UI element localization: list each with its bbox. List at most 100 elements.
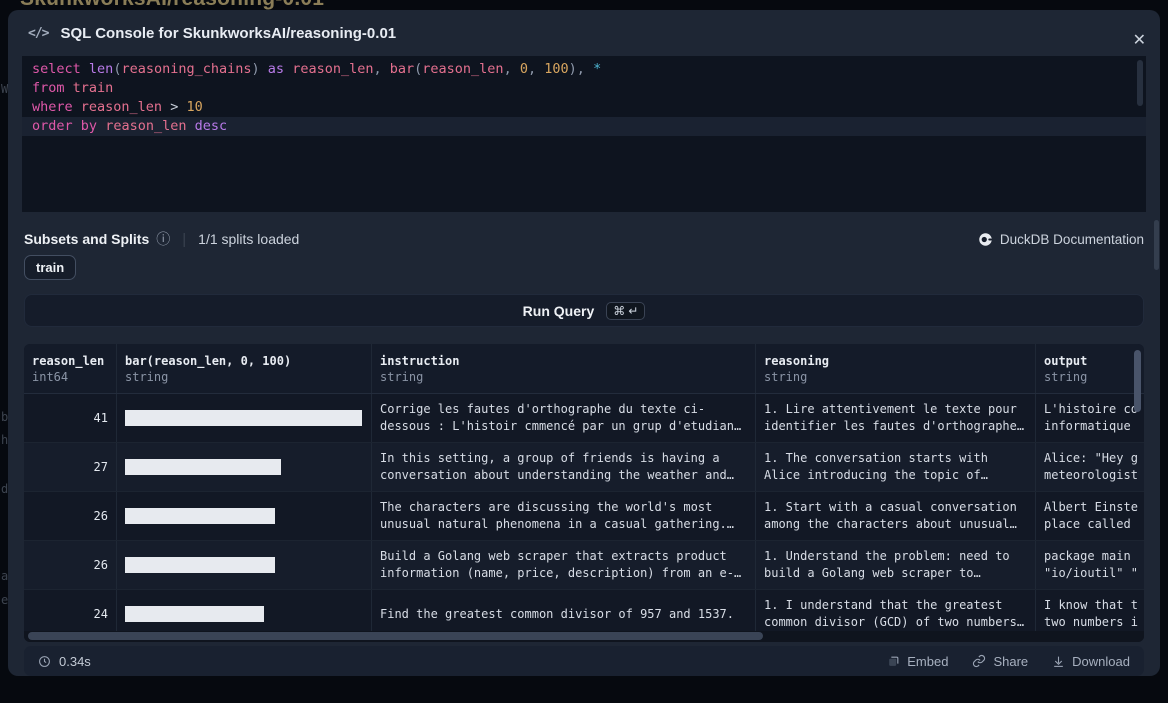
cell-instruction: In this setting, a group of friends is h… bbox=[371, 443, 755, 491]
column-header-bar-reason-len-0-100[interactable]: bar(reason_len, 0, 100)string bbox=[116, 344, 371, 393]
cell-reason-len: 41 bbox=[24, 394, 116, 442]
cell-output: package main "io/ioutil" " bbox=[1035, 541, 1144, 589]
sql-console-modal: </> SQL Console for SkunkworksAI/reasoni… bbox=[8, 10, 1160, 676]
cell-reason-len: 27 bbox=[24, 443, 116, 491]
table-vertical-scrollbar[interactable] bbox=[1134, 350, 1141, 412]
close-icon[interactable]: ✕ bbox=[1133, 32, 1146, 48]
cell-output: Albert Einste place called bbox=[1035, 492, 1144, 540]
column-type: int64 bbox=[32, 369, 108, 385]
code-line[interactable]: from train bbox=[22, 79, 1146, 98]
cell-reasoning: 1. Understand the problem: need to build… bbox=[755, 541, 1035, 589]
instruction-text: Find the greatest common divisor of 957 … bbox=[380, 606, 734, 623]
reasoning-text: 1. Understand the problem: need to build… bbox=[764, 548, 1010, 582]
download-label: Download bbox=[1072, 654, 1130, 669]
duckdb-logo-icon bbox=[978, 232, 993, 247]
column-header-reasoning[interactable]: reasoningstring bbox=[755, 344, 1035, 393]
column-name: bar(reason_len, 0, 100) bbox=[125, 353, 363, 369]
modal-footer: 0.34s Embed Share Download bbox=[24, 646, 1144, 676]
cell-bar bbox=[116, 443, 371, 491]
cell-bar bbox=[116, 394, 371, 442]
output-text: Albert Einste place called bbox=[1044, 499, 1138, 533]
cell-bar bbox=[116, 492, 371, 540]
code-line[interactable]: select len(reasoning_chains) as reason_l… bbox=[22, 60, 1146, 79]
duckdb-docs-label: DuckDB Documentation bbox=[1000, 232, 1144, 247]
bar-glyph bbox=[125, 606, 264, 622]
code-line[interactable]: order by reason_len desc bbox=[22, 117, 1146, 136]
table-body: 41 Corrige les fautes d'orthographe du te… bbox=[24, 394, 1144, 639]
share-label: Share bbox=[993, 654, 1028, 669]
divider: | bbox=[182, 231, 186, 248]
reasoning-text: 1. I understand that the greatest common… bbox=[764, 597, 1024, 631]
output-text: package main "io/ioutil" " bbox=[1044, 548, 1138, 582]
table-row[interactable]: 41 Corrige les fautes d'orthographe du te… bbox=[24, 394, 1144, 443]
query-duration-value: 0.34s bbox=[59, 654, 91, 669]
editor-scrollbar[interactable] bbox=[1137, 60, 1143, 106]
share-button[interactable]: Share bbox=[972, 654, 1028, 669]
sql-editor[interactable]: select len(reasoning_chains) as reason_l… bbox=[22, 56, 1146, 212]
keyboard-shortcut-badge: ⌘↵ bbox=[606, 302, 645, 320]
column-header-output[interactable]: outputstring bbox=[1035, 344, 1144, 393]
bar-glyph bbox=[125, 557, 275, 573]
table-horizontal-scrollbar-thumb[interactable] bbox=[28, 632, 763, 640]
column-type: string bbox=[380, 369, 747, 385]
instruction-text: Corrige les fautes d'orthographe du text… bbox=[380, 401, 741, 435]
cell-instruction: The characters are discussing the world'… bbox=[371, 492, 755, 540]
output-text: I know that t two numbers i bbox=[1044, 597, 1138, 631]
column-type: string bbox=[125, 369, 363, 385]
return-key-icon: ↵ bbox=[628, 304, 638, 318]
code-line[interactable]: where reason_len > 10 bbox=[22, 98, 1146, 117]
bar-glyph bbox=[125, 459, 281, 475]
reasoning-text: 1. Start with a casual conversation amon… bbox=[764, 499, 1017, 533]
cell-instruction: Corrige les fautes d'orthographe du text… bbox=[371, 394, 755, 442]
table-row[interactable]: 27 In this setting, a group of friends is… bbox=[24, 443, 1144, 492]
table-horizontal-scrollbar-track[interactable] bbox=[24, 631, 1144, 642]
info-icon[interactable]: ⓘ bbox=[156, 229, 170, 249]
cell-instruction: Build a Golang web scraper that extracts… bbox=[371, 541, 755, 589]
download-button[interactable]: Download bbox=[1052, 654, 1130, 669]
cell-output: L'histoire co informatique bbox=[1035, 394, 1144, 442]
column-header-reason-len[interactable]: reason_lenint64 bbox=[24, 344, 116, 393]
splits-label: Subsets and Splits bbox=[24, 231, 149, 247]
table-row[interactable]: 26 The characters are discussing the worl… bbox=[24, 492, 1144, 541]
run-query-button[interactable]: Run Query ⌘↵ bbox=[24, 294, 1144, 327]
column-type: string bbox=[1044, 369, 1136, 385]
split-chip-train[interactable]: train bbox=[24, 255, 76, 280]
table-header-row: reason_lenint64bar(reason_len, 0, 100)st… bbox=[24, 344, 1144, 394]
cmd-key-icon: ⌘ bbox=[613, 304, 625, 318]
embed-label: Embed bbox=[907, 654, 948, 669]
cell-reason-len: 26 bbox=[24, 541, 116, 589]
cell-output: Alice: "Hey g meteorologist bbox=[1035, 443, 1144, 491]
run-query-label: Run Query bbox=[523, 303, 595, 319]
modal-scrollbar[interactable] bbox=[1154, 220, 1159, 270]
instruction-text: The characters are discussing the world'… bbox=[380, 499, 734, 533]
output-text: L'histoire co informatique bbox=[1044, 401, 1138, 435]
instruction-text: In this setting, a group of friends is h… bbox=[380, 450, 734, 484]
clock-icon bbox=[38, 655, 51, 668]
split-chips: train bbox=[24, 255, 76, 280]
cell-reasoning: 1. Start with a casual conversation amon… bbox=[755, 492, 1035, 540]
cell-bar bbox=[116, 541, 371, 589]
query-duration: 0.34s bbox=[38, 654, 91, 669]
embed-button[interactable]: Embed bbox=[887, 654, 948, 669]
duckdb-docs-link[interactable]: DuckDB Documentation bbox=[978, 232, 1144, 247]
modal-header: </> SQL Console for SkunkworksAI/reasoni… bbox=[8, 10, 1160, 56]
instruction-text: Build a Golang web scraper that extracts… bbox=[380, 548, 741, 582]
footer-actions: Embed Share Download bbox=[887, 654, 1130, 669]
bar-glyph bbox=[125, 508, 275, 524]
reasoning-text: 1. Lire attentivement le texte pour iden… bbox=[764, 401, 1024, 435]
download-icon bbox=[1052, 655, 1065, 668]
reasoning-text: 1. The conversation starts with Alice in… bbox=[764, 450, 988, 484]
sql-editor-code[interactable]: select len(reasoning_chains) as reason_l… bbox=[22, 56, 1146, 136]
cell-reasoning: 1. The conversation starts with Alice in… bbox=[755, 443, 1035, 491]
output-text: Alice: "Hey g meteorologist bbox=[1044, 450, 1138, 484]
column-name: reason_len bbox=[32, 353, 108, 369]
column-type: string bbox=[764, 369, 1027, 385]
column-name: output bbox=[1044, 353, 1136, 369]
table-row[interactable]: 26 Build a Golang web scraper that extrac… bbox=[24, 541, 1144, 590]
share-icon bbox=[972, 654, 986, 668]
column-header-instruction[interactable]: instructionstring bbox=[371, 344, 755, 393]
cell-reasoning: 1. Lire attentivement le texte pour iden… bbox=[755, 394, 1035, 442]
column-name: reasoning bbox=[764, 353, 1027, 369]
column-name: instruction bbox=[380, 353, 747, 369]
cell-reason-len: 26 bbox=[24, 492, 116, 540]
